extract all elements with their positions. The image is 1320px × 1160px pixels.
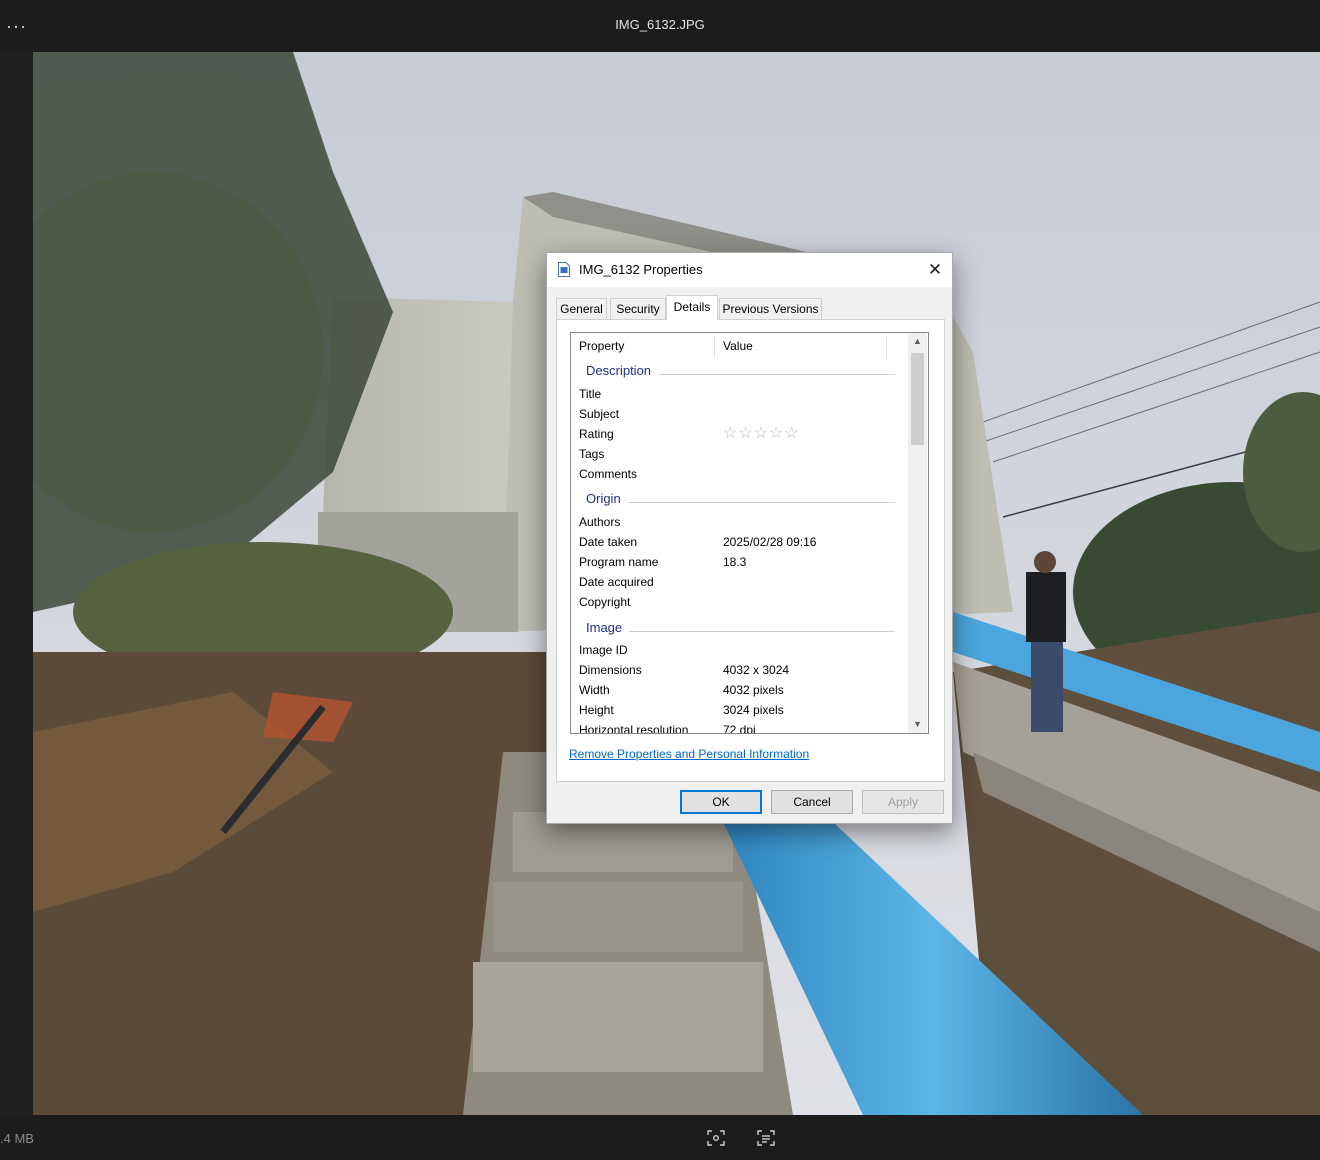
property-row[interactable]: Authors [571,512,907,532]
scroll-down-icon[interactable]: ▼ [908,716,927,733]
tab-strip: General Security Details Previous Versio… [547,295,952,321]
property-name: Subject [579,407,620,421]
property-row[interactable]: Height 3024 pixels [571,700,907,720]
scroll-up-icon[interactable]: ▲ [908,333,927,350]
column-divider[interactable] [886,336,887,358]
property-name: Image ID [579,643,628,657]
text-extract-icon[interactable] [756,1128,776,1148]
visual-search-icon[interactable] [706,1128,726,1148]
group-header-description[interactable]: Description [571,360,907,384]
property-row[interactable]: Width 4032 pixels [571,680,907,700]
tab-details[interactable]: Details [666,295,718,320]
property-row[interactable]: Horizontal resolution 72 dpi [571,720,907,734]
viewer-bottom-bar: .4 MB [0,1115,1320,1160]
property-value: 18.3 [723,555,747,569]
property-name: Authors [579,515,621,529]
group-divider [629,631,895,632]
property-name: Program name [579,555,659,569]
group-header-origin[interactable]: Origin [571,488,907,512]
group-divider [659,374,895,375]
property-name: Height [579,703,614,717]
property-value: 4032 pixels [723,683,784,697]
property-name: Horizontal resolution [579,723,689,734]
rating-stars[interactable]: ☆☆☆☆☆ [723,424,800,444]
property-value: 72 dpi [723,723,756,734]
image-file-icon [558,262,570,277]
property-row[interactable]: Date acquired [571,572,907,592]
property-value: 3024 pixels [723,703,784,717]
tab-general[interactable]: General [556,298,607,319]
scrollbar-thumb[interactable] [911,353,924,445]
column-header-property[interactable]: Property [579,333,624,359]
group-title: Origin [586,491,621,506]
group-header-image[interactable]: Image [571,617,907,641]
dialog-title-bar[interactable]: IMG_6132 Properties ✕ [547,253,952,287]
property-value: 2025/02/28 09:16 [723,535,817,549]
property-row[interactable]: Rating ☆☆☆☆☆ [571,424,907,444]
property-row[interactable]: Dimensions 4032 x 3024 [571,660,907,680]
property-name: Tags [579,447,605,461]
property-row[interactable]: Subject [571,404,907,424]
column-header-value[interactable]: Value [723,333,753,359]
property-name: Date taken [579,535,638,549]
property-name: Title [579,387,602,401]
property-row[interactable]: Image ID [571,640,907,660]
group-title: Image [586,620,623,635]
file-size-label: .4 MB [0,1131,34,1146]
group-divider [629,502,895,503]
property-row[interactable]: Copyright [571,592,907,612]
cancel-button[interactable]: Cancel [771,790,853,814]
ok-button[interactable]: OK [680,790,762,814]
properties-dialog: IMG_6132 Properties ✕ General Security D… [546,252,953,824]
dialog-title: IMG_6132 Properties [579,262,703,277]
property-name: Date acquired [579,575,654,589]
property-value: 4032 x 3024 [723,663,790,677]
left-margin [0,52,33,1115]
property-row[interactable]: Date taken 2025/02/28 09:16 [571,532,907,552]
property-name: Rating [579,427,614,441]
details-panel: Property Value Description Title Subject… [556,319,945,782]
property-name: Copyright [579,595,631,609]
property-row[interactable]: Program name 18.3 [571,552,907,572]
column-divider[interactable] [714,336,715,358]
tab-security[interactable]: Security [610,298,666,319]
tab-previous-versions[interactable]: Previous Versions [719,298,822,319]
group-title: Description [586,363,652,378]
vertical-scrollbar[interactable]: ▲ ▼ [908,333,927,733]
apply-button[interactable]: Apply [862,790,944,814]
viewer-title-bar: ... IMG_6132.JPG [0,0,1320,52]
property-name: Dimensions [579,663,642,677]
property-row[interactable]: Comments [571,464,907,484]
property-row[interactable]: Title [571,384,907,404]
close-icon[interactable]: ✕ [924,260,946,280]
properties-list[interactable]: Property Value Description Title Subject… [570,332,929,734]
property-name: Width [579,683,610,697]
property-row[interactable]: Tags [571,444,907,464]
remove-properties-link[interactable]: Remove Properties and Personal Informati… [569,747,809,761]
property-name: Comments [579,467,638,481]
file-name-title: IMG_6132.JPG [615,17,705,32]
